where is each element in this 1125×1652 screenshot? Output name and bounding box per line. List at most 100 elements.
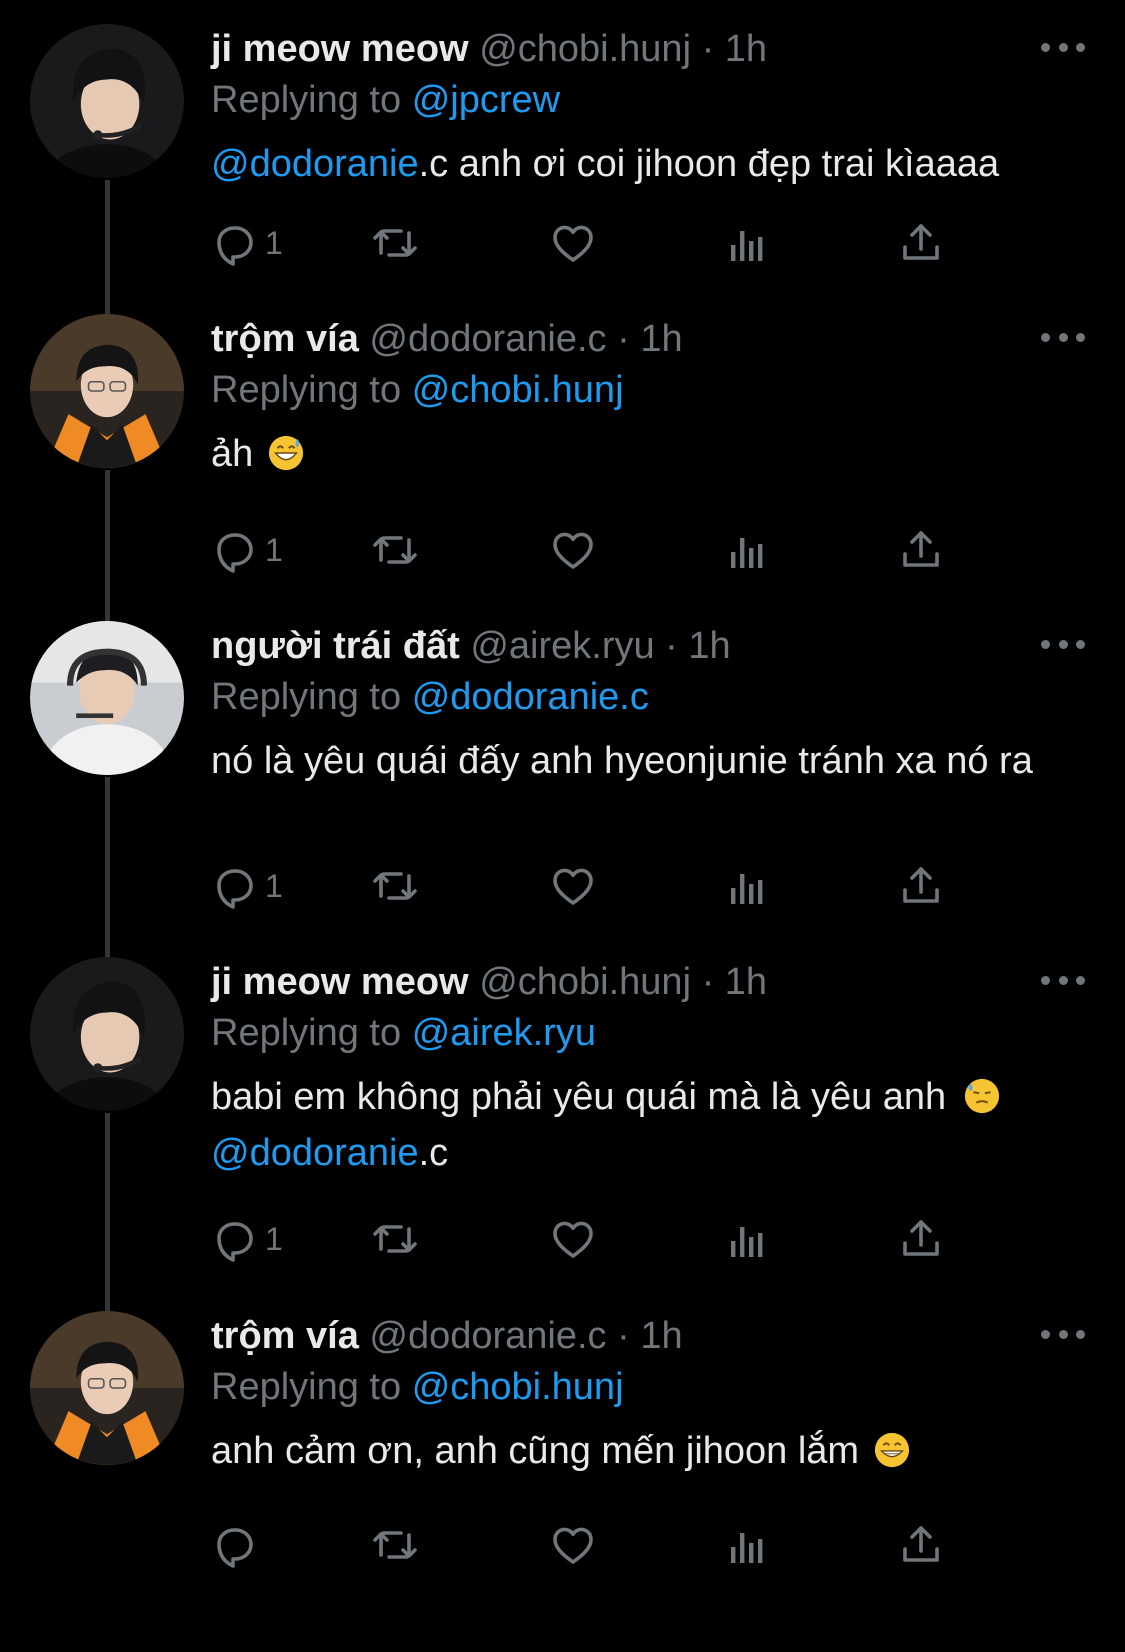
user-handle[interactable]: @airek.ryu: [470, 625, 654, 667]
share-button[interactable]: [897, 522, 945, 578]
reply-thread: ji meow meow @chobi.hunj · 1h Replying to…: [0, 0, 1125, 1652]
reply-button[interactable]: 1: [211, 858, 283, 914]
more-options-icon[interactable]: [1041, 1327, 1085, 1341]
reply-button[interactable]: 1: [211, 215, 283, 271]
share-icon: [897, 219, 945, 267]
views-button[interactable]: [723, 858, 771, 914]
reply-count: 1: [265, 531, 283, 568]
mention-link[interactable]: @dodoranie: [211, 143, 419, 185]
share-icon: [897, 1215, 945, 1263]
text-segment: .c anh ơi coi jihoon đẹp trai kìaaaa: [418, 143, 1000, 185]
downcast-sweat-emoji-icon: [963, 1075, 1001, 1114]
timestamp[interactable]: 1h: [640, 318, 682, 360]
avatar[interactable]: [30, 1311, 184, 1465]
reply-icon: [211, 219, 259, 267]
tweet-header: trộm vía @dodoranie.c · 1h: [211, 314, 1085, 364]
text-segment: babi em không phải yêu quái mà là yêu an…: [211, 1076, 957, 1118]
share-button[interactable]: [897, 215, 945, 271]
views-button[interactable]: [723, 522, 771, 578]
reply-button[interactable]: 1: [211, 1211, 283, 1267]
display-name[interactable]: trộm vía: [211, 318, 359, 360]
user-handle[interactable]: @dodoranie.c: [369, 1315, 606, 1357]
timestamp[interactable]: 1h: [688, 625, 730, 667]
avatar[interactable]: [30, 24, 184, 178]
timestamp[interactable]: 1h: [725, 961, 767, 1003]
views-button[interactable]: [723, 215, 771, 271]
display-name[interactable]: người trái đất: [211, 625, 460, 667]
reply-to-mention[interactable]: @chobi.hunj: [412, 369, 624, 411]
text-segment: anh cảm ơn, anh cũng mến jihoon lắm: [211, 1430, 860, 1472]
retweet-icon: [371, 1215, 419, 1263]
display-name[interactable]: ji meow meow: [211, 961, 469, 1003]
reply-to-mention[interactable]: @jpcrew: [412, 79, 560, 121]
display-name[interactable]: ji meow meow: [211, 28, 469, 70]
action-bar: 1: [211, 215, 1091, 271]
like-button[interactable]: [549, 215, 597, 271]
tweet-header: trộm vía @dodoranie.c · 1h: [211, 1311, 1085, 1361]
retweet-button[interactable]: [371, 215, 419, 271]
retweet-button[interactable]: [371, 522, 419, 578]
retweet-button[interactable]: [371, 1211, 419, 1267]
share-button[interactable]: [897, 858, 945, 914]
views-icon: [723, 862, 771, 910]
text-segment: ảh: [211, 433, 254, 475]
tweet-content: ji meow meow @chobi.hunj · 1h Replying to…: [211, 957, 1085, 1181]
share-icon: [897, 862, 945, 910]
timestamp[interactable]: 1h: [725, 28, 767, 70]
action-bar: 1: [211, 858, 1091, 914]
replying-to-label: Replying to: [211, 1366, 402, 1408]
like-button[interactable]: [549, 522, 597, 578]
like-icon: [549, 526, 597, 574]
more-options-icon[interactable]: [1041, 330, 1085, 344]
user-handle[interactable]: @dodoranie.c: [369, 318, 606, 360]
like-button[interactable]: [549, 1517, 597, 1573]
mention-link[interactable]: @dodoranie: [211, 1132, 419, 1174]
avatar[interactable]: [30, 314, 184, 468]
action-bar: [211, 1517, 1091, 1573]
action-bar: 1: [211, 522, 1091, 578]
like-icon: [549, 1215, 597, 1263]
retweet-button[interactable]: [371, 1517, 419, 1573]
reply-to-mention[interactable]: @airek.ryu: [412, 1012, 596, 1054]
more-options-icon[interactable]: [1041, 973, 1085, 987]
separator-dot: ·: [691, 28, 725, 70]
retweet-icon: [371, 526, 419, 574]
tweet-header: ji meow meow @chobi.hunj · 1h: [211, 24, 1085, 74]
share-button[interactable]: [897, 1211, 945, 1267]
grinning-sweat-emoji-icon: [267, 432, 305, 471]
display-name[interactable]: trộm vía: [211, 1315, 359, 1357]
tweet-content: trộm vía @dodoranie.c · 1h Replying to @c…: [211, 314, 1085, 482]
timestamp[interactable]: 1h: [640, 1315, 682, 1357]
tweet-content: trộm vía @dodoranie.c · 1h Replying to @c…: [211, 1311, 1085, 1479]
reply-button[interactable]: [211, 1517, 265, 1573]
avatar[interactable]: [30, 621, 184, 775]
text-segment: .c: [418, 1132, 449, 1174]
reply-button[interactable]: 1: [211, 522, 283, 578]
action-bar: 1: [211, 1211, 1091, 1267]
reply-to-mention[interactable]: @dodoranie.c: [412, 676, 649, 718]
views-icon: [723, 1215, 771, 1263]
views-button[interactable]: [723, 1517, 771, 1573]
views-icon: [723, 219, 771, 267]
replying-to: Replying to @dodoranie.c: [211, 671, 1085, 723]
reply-icon: [211, 1521, 259, 1569]
replying-to-label: Replying to: [211, 676, 402, 718]
like-icon: [549, 219, 597, 267]
retweet-button[interactable]: [371, 858, 419, 914]
share-button[interactable]: [897, 1517, 945, 1573]
user-handle[interactable]: @chobi.hunj: [479, 961, 691, 1003]
views-button[interactable]: [723, 1211, 771, 1267]
reply-to-mention[interactable]: @chobi.hunj: [412, 1366, 624, 1408]
share-icon: [897, 1521, 945, 1569]
avatar[interactable]: [30, 957, 184, 1111]
like-button[interactable]: [549, 858, 597, 914]
user-handle[interactable]: @chobi.hunj: [479, 28, 691, 70]
like-button[interactable]: [549, 1211, 597, 1267]
views-icon: [723, 1521, 771, 1569]
more-options-icon[interactable]: [1041, 637, 1085, 651]
reply-icon: [211, 526, 259, 574]
like-icon: [549, 1521, 597, 1569]
reply-count: 1: [265, 224, 283, 261]
more-options-icon[interactable]: [1041, 40, 1085, 54]
tweet[interactable]: trộm vía @dodoranie.c · 1h Replying to @c…: [0, 1287, 1125, 1652]
